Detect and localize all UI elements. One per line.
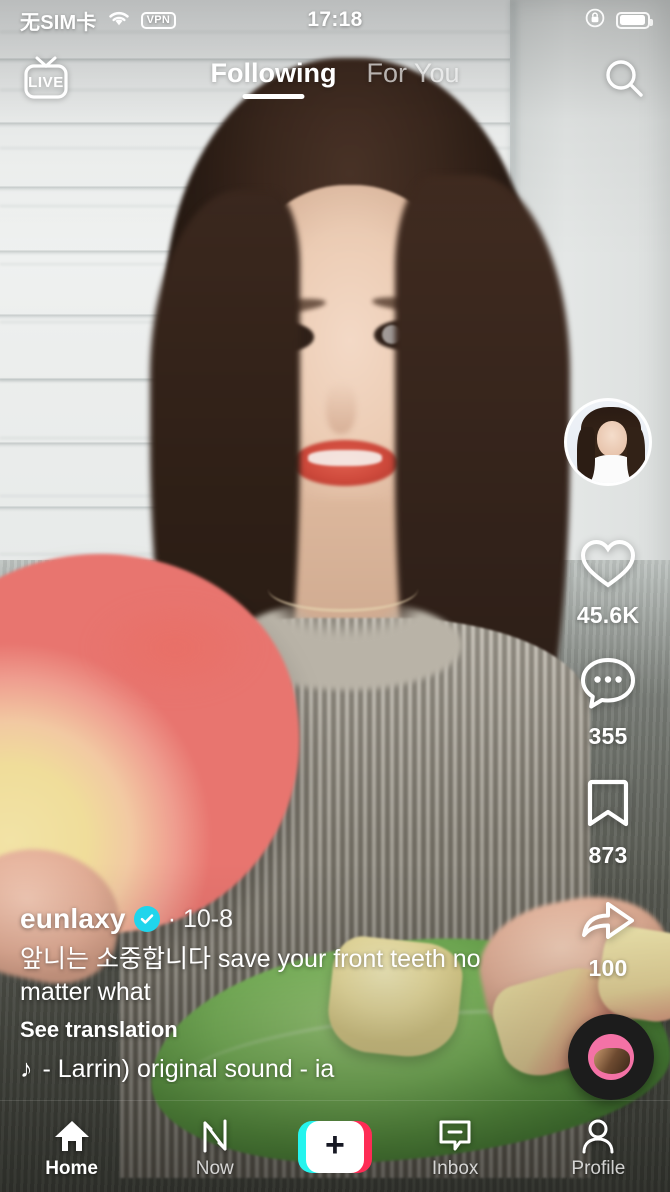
top-navigation: LIVE Following For You xyxy=(0,44,670,112)
nav-label-home: Home xyxy=(45,1158,98,1180)
author-avatar-button[interactable] xyxy=(564,398,652,486)
nav-item-inbox[interactable]: Inbox xyxy=(395,1114,515,1180)
bookmark-button[interactable]: 873 xyxy=(584,776,632,869)
see-translation-link[interactable]: See translation xyxy=(20,1017,490,1043)
like-count: 45.6K xyxy=(577,602,639,629)
bottom-navigation: Home Now + xyxy=(0,1100,670,1192)
avatar-face xyxy=(597,421,627,457)
verified-badge-icon xyxy=(134,906,160,932)
nav-item-home[interactable]: Home xyxy=(12,1114,132,1180)
nav-label-profile: Profile xyxy=(571,1158,625,1180)
tiktok-feed-screen: 无SIM卡 VPN 17:18 xyxy=(0,0,670,1192)
comment-button[interactable]: 355 xyxy=(579,655,637,750)
feed-tabs: Following For You xyxy=(210,58,459,99)
clock-label: 17:18 xyxy=(307,8,362,32)
author-row[interactable]: eunlaxy · 10-8 xyxy=(20,903,490,935)
heart-icon xyxy=(579,536,637,595)
vpn-badge: VPN xyxy=(141,12,177,29)
home-icon xyxy=(53,1114,91,1154)
nav-item-now[interactable]: Now xyxy=(155,1114,275,1180)
status-bar: 无SIM卡 VPN 17:18 xyxy=(0,0,670,40)
svg-text:LIVE: LIVE xyxy=(28,74,64,91)
profile-icon xyxy=(581,1114,615,1154)
caption-text: 앞니는 소중합니다 save your front teeth no matte… xyxy=(20,943,490,1009)
share-button[interactable]: 100 xyxy=(579,895,637,982)
comment-count: 355 xyxy=(589,723,628,750)
tab-following[interactable]: Following xyxy=(210,58,336,99)
tab-following-label: Following xyxy=(210,58,336,88)
rotation-lock-icon xyxy=(584,7,606,34)
search-icon xyxy=(601,55,647,101)
music-note-icon: ♪ xyxy=(20,1057,33,1082)
status-bar-left: 无SIM卡 VPN xyxy=(20,6,176,35)
post-date: · 10-8 xyxy=(168,905,233,934)
music-disc-thumbnail xyxy=(594,1048,630,1074)
bookmark-icon xyxy=(584,776,632,835)
live-button[interactable]: LIVE xyxy=(18,52,74,104)
avatar-hair-right xyxy=(627,427,645,483)
action-rail: 45.6K 355 873 xyxy=(558,398,658,1008)
like-button[interactable]: 45.6K xyxy=(577,536,639,629)
music-disc-icon xyxy=(588,1034,634,1080)
author-username[interactable]: eunlaxy xyxy=(20,903,126,935)
share-count: 100 xyxy=(589,955,628,982)
plus-icon: + xyxy=(325,1128,345,1162)
status-bar-right xyxy=(584,7,650,34)
comment-icon xyxy=(579,655,637,716)
avatar xyxy=(564,398,652,486)
carrier-label: 无SIM卡 xyxy=(20,6,97,35)
tab-for-you-label: For You xyxy=(366,58,459,88)
share-icon xyxy=(579,895,637,948)
bookmark-count: 873 xyxy=(589,842,628,869)
music-disc-button[interactable] xyxy=(568,1014,654,1100)
inbox-icon xyxy=(437,1114,473,1154)
search-button[interactable] xyxy=(596,50,652,106)
now-icon xyxy=(198,1114,232,1154)
music-row[interactable]: ♪ - Larrin) original sound - ia xyxy=(20,1055,475,1084)
nav-label-now: Now xyxy=(196,1158,234,1180)
wifi-icon xyxy=(106,8,132,33)
avatar-hair-left xyxy=(577,427,595,483)
create-button[interactable]: + xyxy=(298,1121,372,1173)
live-tv-icon: LIVE xyxy=(20,54,72,102)
music-marquee: - Larrin) original sound - ia xyxy=(43,1055,476,1084)
create-button-face: + xyxy=(306,1121,364,1173)
battery-icon xyxy=(616,12,650,29)
tab-for-you[interactable]: For You xyxy=(366,58,459,99)
nav-label-inbox: Inbox xyxy=(432,1158,478,1180)
nav-item-profile[interactable]: Profile xyxy=(538,1114,658,1180)
music-title: - Larrin) original sound - ia xyxy=(43,1055,335,1084)
caption-block: eunlaxy · 10-8 앞니는 소중합니다 save your front… xyxy=(20,903,490,1084)
